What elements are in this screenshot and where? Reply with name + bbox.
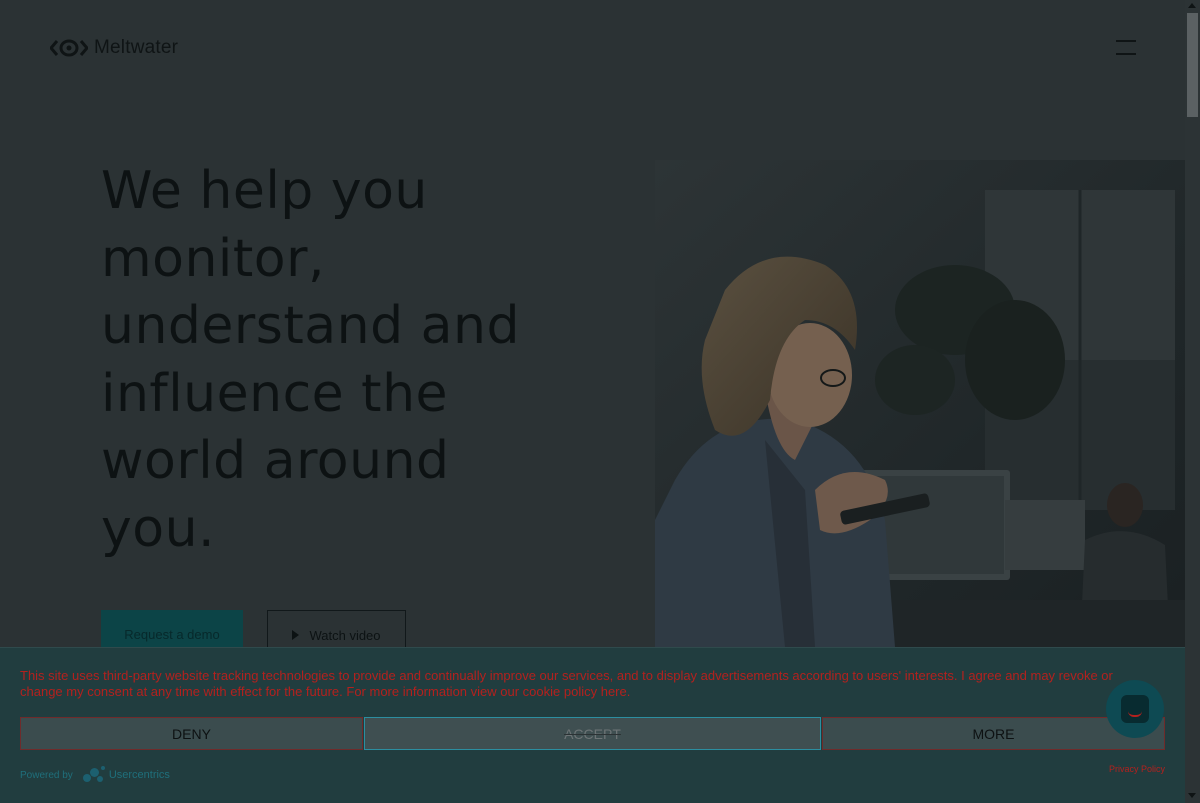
chat-widget-button[interactable] [1106,680,1164,738]
logo-text: Meltwater [94,37,179,58]
usercentrics-logo[interactable]: Usercentrics [82,766,170,784]
page: Meltwater We help you monitor, understan… [0,0,1185,803]
chat-icon [1121,695,1149,723]
scrollbar-thumb[interactable] [1187,13,1198,117]
scroll-up-arrow-icon[interactable] [1188,3,1196,8]
accept-button[interactable]: ACCEPT [364,717,821,750]
powered-by-label: Powered by [20,769,73,781]
meltwater-logo[interactable]: Meltwater [50,37,178,59]
hero-photo [655,160,1185,647]
vertical-scrollbar[interactable] [1185,0,1200,803]
privacy-policy-link[interactable]: Privacy Policy [1109,764,1165,774]
usercentrics-label: Usercentrics [108,769,170,781]
consent-text: This site uses third-party website track… [20,668,1150,700]
hamburger-menu-icon[interactable] [1116,38,1136,56]
watch-video-label: Watch video [309,627,381,643]
deny-button[interactable]: DENY [20,717,363,750]
scroll-down-arrow-icon[interactable] [1188,793,1196,798]
hero-photo-illustration [655,160,1185,647]
powered-by: Powered by Usercentrics [20,766,170,784]
cookie-consent-banner: This site uses third-party website track… [0,647,1185,803]
cookie-policy-link[interactable]: cookie policy here [523,684,627,699]
consent-end-text: . [626,684,631,699]
usercentrics-icon [82,766,105,784]
meltwater-logo-icon [50,39,88,57]
hero-title: We help you monitor, understand and infl… [101,161,520,559]
play-icon [292,630,300,640]
